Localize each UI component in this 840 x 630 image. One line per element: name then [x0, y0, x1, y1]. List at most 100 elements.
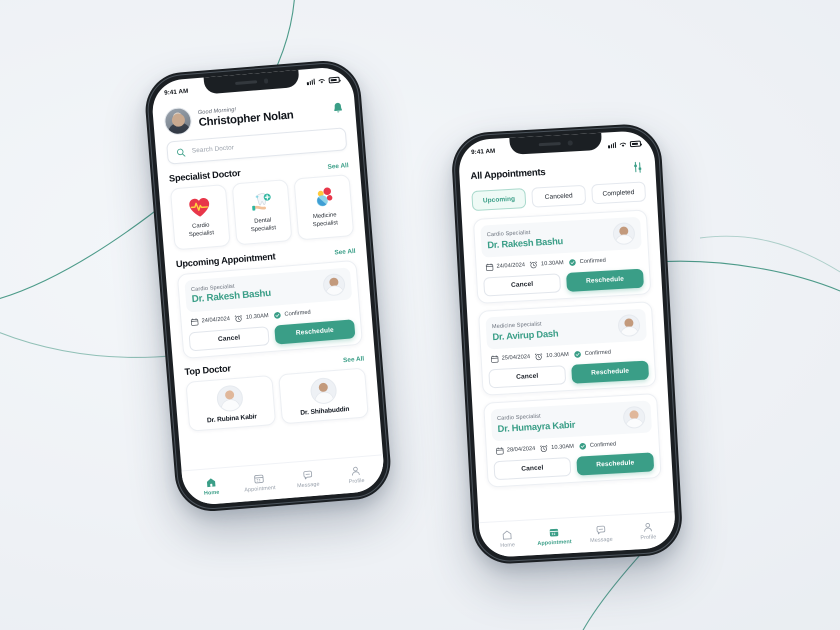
top-doctor-card[interactable]: Dr. Rubina Kabir — [185, 374, 276, 432]
specialist-card-label: Dental Specialist — [250, 217, 277, 234]
background-decorative-curves — [0, 0, 840, 630]
top-doctor-cards: Dr. Rubina Kabir Dr. Shihabuddin — [185, 367, 369, 432]
appointment-doctor-info: Cardio Specialist Dr. Rakesh Bashu — [487, 226, 608, 250]
heart-pulse-icon — [189, 198, 209, 218]
tab-profile[interactable]: Profile — [331, 459, 381, 486]
specialist-card-dental[interactable]: Dental Specialist — [231, 179, 293, 246]
appointment-date: 28/04/2024 — [496, 445, 536, 455]
doctor-avatar — [322, 272, 346, 297]
cancel-button[interactable]: Cancel — [493, 456, 572, 481]
phone-appointments-screen: 9:41 AM All Appointments Upcoming Cancel… — [450, 122, 684, 566]
tab-home[interactable]: Home — [483, 524, 531, 550]
doctor-avatar — [309, 376, 338, 405]
signal-icon — [307, 78, 315, 85]
status-time: 9:41 AM — [470, 147, 496, 157]
tab-completed[interactable]: Completed — [590, 181, 647, 205]
top-doctor-card[interactable]: Dr. Shihabuddin — [278, 367, 369, 425]
screen-home: 9:41 AM Good Morning! Christopher Nolan — [150, 65, 386, 507]
appointment-status: Confirmed — [579, 438, 651, 450]
upcoming-see-all-link[interactable]: See All — [334, 248, 356, 257]
top-doctor-name: Dr. Shihabuddin — [300, 405, 350, 417]
appointment-doctor-info: Medicine Specialist Dr. Avirup Dash — [492, 317, 613, 342]
tab-label: Profile — [348, 478, 365, 486]
tab-label: Home — [500, 542, 516, 550]
reschedule-button[interactable]: Reschedule — [571, 360, 650, 384]
tab-appointment[interactable]: Appointment — [530, 521, 578, 547]
appointment-doctor-info: Cardio Specialist Dr. Humayra Kabir — [497, 409, 618, 434]
appointment-card: Cardio Specialist Dr. Humayra Kabir 28/0… — [483, 393, 662, 488]
doctor-avatar — [617, 313, 641, 338]
appointments-content: All Appointments Upcoming Canceled Compl… — [459, 152, 673, 488]
tab-appointment[interactable]: Appointment — [234, 467, 284, 494]
tab-message[interactable]: Message — [283, 463, 333, 490]
tab-label: Message — [296, 481, 320, 490]
tab-home[interactable]: Home — [186, 471, 236, 498]
tab-canceled[interactable]: Canceled — [531, 184, 587, 208]
search-icon — [176, 148, 186, 157]
page-title: All Appointments — [470, 166, 546, 183]
check-circle-icon — [274, 312, 281, 319]
tab-message[interactable]: Message — [577, 519, 625, 545]
appointments-list: Cardio Specialist Dr. Rakesh Bashu 24/04… — [472, 209, 662, 488]
specialist-card-medicine[interactable]: Medicine Specialist — [293, 174, 355, 241]
calendar-icon — [496, 447, 504, 455]
reschedule-button[interactable]: Reschedule — [566, 268, 644, 292]
specialist-card-label: Medicine Specialist — [312, 212, 339, 229]
calendar-icon — [190, 318, 199, 326]
filter-sliders-icon[interactable] — [631, 160, 645, 174]
battery-icon — [629, 140, 642, 147]
appointment-time: 10.30AM — [235, 312, 269, 323]
bell-icon[interactable] — [331, 101, 344, 115]
check-circle-icon — [574, 351, 582, 358]
status-indicators — [608, 140, 642, 148]
screen-appointments: 9:41 AM All Appointments Upcoming Cancel… — [457, 129, 677, 559]
home-icon — [206, 478, 216, 487]
calendar-icon — [549, 528, 559, 537]
specialist-card-label: Cardio Specialist — [188, 222, 215, 239]
reschedule-button[interactable]: Reschedule — [576, 452, 655, 476]
cancel-button[interactable]: Cancel — [488, 365, 567, 389]
top-doctor-see-all-link[interactable]: See All — [343, 356, 365, 365]
alarm-clock-icon — [535, 353, 543, 361]
home-content: Good Morning! Christopher Nolan Search D… — [152, 88, 380, 433]
appointment-card: Cardio Specialist Dr. Rakesh Bashu 24/04… — [176, 259, 364, 360]
wifi-icon — [318, 78, 325, 83]
appointment-status: Confirmed — [273, 305, 351, 319]
specialist-see-all-link[interactable]: See All — [327, 162, 349, 171]
doctor-avatar — [612, 222, 636, 246]
tab-label: Appointment — [537, 539, 572, 548]
home-icon — [502, 530, 512, 540]
appointment-card: Medicine Specialist Dr. Avirup Dash 25/0… — [478, 301, 657, 396]
calendar-icon — [491, 355, 499, 363]
canvas: 9:41 AM Good Morning! Christopher Nolan — [0, 0, 840, 630]
search-placeholder: Search Doctor — [191, 144, 235, 155]
greeting-text-block: Good Morning! Christopher Nolan — [198, 100, 326, 129]
appointment-time: 10.30AM — [540, 443, 574, 453]
person-icon — [352, 466, 360, 476]
specialist-cards: Cardio Specialist Dental Specialist Medi… — [169, 174, 355, 251]
appointment-card: Cardio Specialist Dr. Rakesh Bashu 24/04… — [472, 209, 652, 304]
bottom-tab-bar: Home Appointment Message Profile — [478, 511, 677, 559]
tab-upcoming[interactable]: Upcoming — [471, 188, 527, 212]
appointment-status: Confirmed — [568, 255, 640, 267]
wifi-icon — [619, 142, 627, 147]
calendar-icon — [254, 474, 264, 484]
tooth-hand-icon — [252, 193, 271, 212]
chat-bubble-icon — [596, 525, 606, 535]
user-avatar[interactable] — [163, 106, 193, 136]
tab-label: Appointment — [244, 485, 276, 494]
signal-icon — [608, 141, 617, 148]
appointment-time: 10.30AM — [530, 259, 564, 269]
phone-home-screen: 9:41 AM Good Morning! Christopher Nolan — [142, 58, 394, 514]
appointment-status: Confirmed — [574, 347, 646, 359]
specialist-section-title: Specialist Doctor — [168, 167, 241, 184]
person-icon — [644, 522, 652, 532]
cancel-button[interactable]: Cancel — [483, 273, 562, 297]
top-doctor-name: Dr. Rubina Kabir — [206, 413, 258, 425]
check-circle-icon — [569, 259, 576, 266]
tab-profile[interactable]: Profile — [624, 516, 672, 542]
status-indicators — [307, 76, 340, 85]
tab-label: Message — [590, 537, 613, 545]
tab-label: Home — [203, 489, 220, 498]
specialist-card-cardio[interactable]: Cardio Specialist — [169, 184, 231, 251]
